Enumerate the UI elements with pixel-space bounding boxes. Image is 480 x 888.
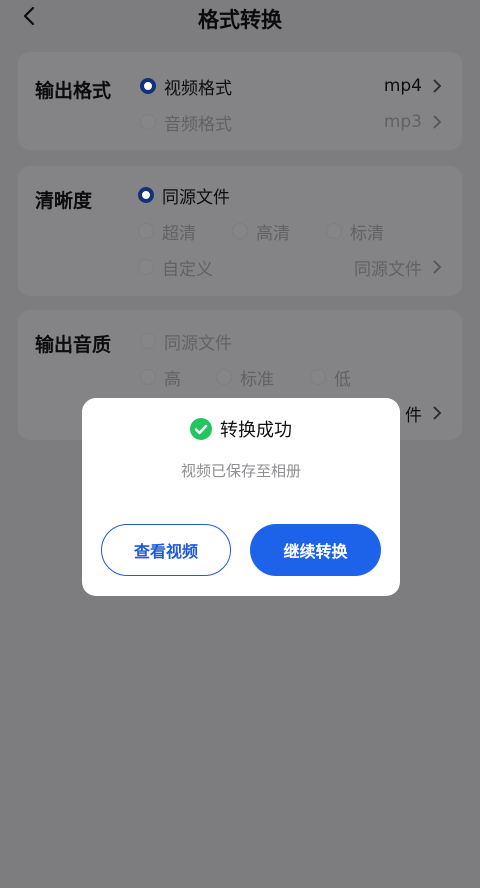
format-value: mp3 bbox=[383, 112, 422, 132]
radio-unselected-icon bbox=[140, 114, 156, 130]
header: 格式转换 bbox=[0, 0, 480, 40]
clarity-card: 清晰度 同源文件 超清 高清 标清 自定义 同源文件 bbox=[18, 166, 462, 296]
radio-unselected-icon bbox=[310, 369, 326, 385]
format-value: mp4 bbox=[383, 76, 422, 96]
option-label: 同源文件 bbox=[164, 333, 232, 354]
success-check-icon bbox=[190, 418, 212, 440]
output-format-card: 输出格式 视频格式 mp4 音频格式 mp3 bbox=[18, 52, 462, 150]
video-format-value[interactable]: mp4 bbox=[384, 74, 442, 98]
audio-low-option[interactable]: 低 bbox=[310, 365, 351, 390]
chevron-right-icon bbox=[433, 260, 442, 274]
radio-unselected-icon bbox=[140, 369, 156, 385]
view-video-button[interactable]: 查看视频 bbox=[101, 524, 231, 576]
audio-format-option[interactable]: 音频格式 bbox=[140, 110, 232, 135]
audio-standard-option[interactable]: 标准 bbox=[216, 365, 274, 390]
audio-quality-title: 输出音质 bbox=[35, 334, 112, 356]
radio-unselected-icon bbox=[216, 369, 232, 385]
option-label: 同源文件 bbox=[162, 187, 230, 208]
dialog-message: 视频已保存至相册 bbox=[180, 462, 301, 480]
audio-high-option[interactable]: 高 bbox=[140, 365, 181, 390]
option-label: 超清 bbox=[162, 223, 196, 244]
option-label: 高 bbox=[164, 369, 181, 390]
option-label: 标清 bbox=[350, 223, 384, 244]
radio-unselected-icon bbox=[138, 223, 154, 239]
chevron-right-icon bbox=[433, 115, 442, 129]
audio-format-value[interactable]: mp3 bbox=[384, 110, 442, 134]
continue-convert-button[interactable]: 继续转换 bbox=[250, 524, 381, 576]
audio-value-tail: 件 bbox=[405, 405, 422, 426]
audio-same-source-option[interactable]: 同源文件 bbox=[140, 329, 232, 354]
radio-unselected-icon bbox=[232, 223, 248, 239]
option-label: 自定义 bbox=[162, 259, 213, 280]
clarity-standard-option[interactable]: 标清 bbox=[326, 219, 384, 244]
clarity-custom-option[interactable]: 自定义 bbox=[138, 255, 213, 280]
option-label: 高清 bbox=[256, 223, 290, 244]
clarity-same-source-option[interactable]: 同源文件 bbox=[138, 183, 230, 208]
radio-selected-icon bbox=[138, 187, 154, 203]
option-label: 音频格式 bbox=[164, 114, 232, 135]
clarity-high-option[interactable]: 高清 bbox=[232, 219, 290, 244]
clarity-custom-value[interactable]: 同源文件 bbox=[354, 255, 442, 280]
option-label: 标准 bbox=[240, 369, 274, 390]
dialog-title: 转换成功 bbox=[220, 420, 292, 441]
radio-unselected-icon bbox=[138, 259, 154, 275]
chevron-right-icon bbox=[433, 79, 442, 93]
audio-quality-value[interactable]: 件 bbox=[405, 401, 442, 426]
custom-value: 同源文件 bbox=[354, 259, 422, 280]
option-label: 低 bbox=[334, 369, 351, 390]
video-format-option[interactable]: 视频格式 bbox=[140, 74, 232, 99]
chevron-right-icon bbox=[433, 406, 442, 420]
clarity-title: 清晰度 bbox=[35, 190, 93, 212]
radio-unselected-icon bbox=[140, 333, 156, 349]
page-title: 格式转换 bbox=[198, 8, 282, 32]
option-label: 视频格式 bbox=[164, 78, 232, 99]
radio-selected-icon bbox=[140, 78, 156, 94]
dialog-title-row: 转换成功 bbox=[82, 416, 400, 442]
conversion-success-dialog: 转换成功 视频已保存至相册 查看视频 继续转换 bbox=[82, 398, 400, 596]
radio-unselected-icon bbox=[326, 223, 342, 239]
output-format-title: 输出格式 bbox=[35, 80, 112, 102]
clarity-ultra-option[interactable]: 超清 bbox=[138, 219, 196, 244]
